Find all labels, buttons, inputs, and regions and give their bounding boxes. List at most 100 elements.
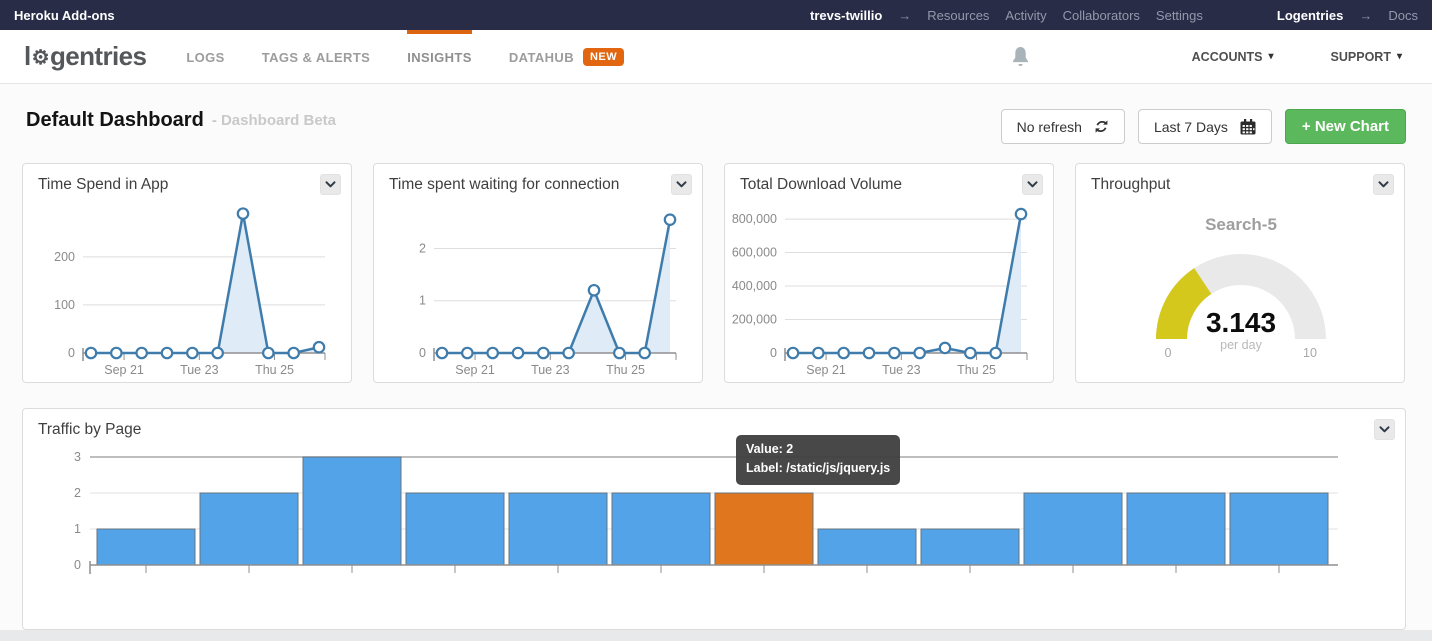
header-actions: No refresh Last 7 Days	[1001, 109, 1406, 144]
svg-text:0: 0	[770, 346, 777, 360]
accounts-label: ACCOUNTS	[1192, 50, 1263, 64]
svg-text:200,000: 200,000	[732, 313, 777, 327]
nav-item-insights[interactable]: INSIGHTS	[407, 30, 472, 84]
nav-item-logs[interactable]: LOGS	[186, 30, 224, 84]
gear-icon: ⚙	[32, 45, 49, 70]
svg-text:Tue 23: Tue 23	[882, 363, 921, 377]
app-window: Heroku Add-ons trevs-twillio → Resources…	[0, 0, 1432, 630]
svg-text:0: 0	[1165, 346, 1172, 360]
tooltip-value: Value: 2	[746, 440, 890, 459]
heroku-link-activity[interactable]: Activity	[1005, 8, 1046, 23]
page-title: Default Dashboard	[26, 109, 204, 132]
svg-text:Thu 25: Thu 25	[255, 363, 294, 377]
navbar-right: ACCOUNTS ▾ SUPPORT ▾	[1011, 46, 1402, 68]
heroku-brand-logentries: Logentries	[1277, 8, 1343, 23]
support-label: SUPPORT	[1331, 50, 1391, 64]
notifications-button[interactable]	[1011, 46, 1030, 68]
chart-title: Total Download Volume	[725, 164, 1053, 198]
nav-item-datahub[interactable]: DATAHUB NEW	[509, 30, 624, 84]
logo-text-post: gentries	[50, 41, 146, 72]
chart-options-button[interactable]	[1374, 419, 1395, 440]
chart-options-button[interactable]	[1373, 174, 1394, 195]
heroku-link-resources[interactable]: Resources	[927, 8, 989, 23]
svg-text:0: 0	[68, 346, 75, 360]
heroku-topbar: Heroku Add-ons trevs-twillio → Resources…	[0, 0, 1432, 30]
svg-text:3: 3	[74, 450, 81, 464]
svg-text:1: 1	[74, 522, 81, 536]
svg-text:1: 1	[419, 294, 426, 308]
page-subtitle: - Dashboard Beta	[212, 112, 336, 129]
svg-text:Thu 25: Thu 25	[957, 363, 996, 377]
chevron-down-icon	[1379, 426, 1390, 433]
refresh-icon	[1094, 119, 1109, 134]
charts-row: Time Spend in App Sep 21Tue 23Thu 250100…	[0, 144, 1432, 383]
accounts-menu[interactable]: ACCOUNTS ▾	[1192, 50, 1274, 64]
svg-text:Thu 25: Thu 25	[606, 363, 645, 377]
svg-text:Sep 21: Sep 21	[806, 363, 846, 377]
new-chart-label: + New Chart	[1302, 118, 1389, 135]
chart-tooltip: Value: 2 Label: /static/js/jquery.js	[736, 435, 900, 485]
svg-text:Tue 23: Tue 23	[531, 363, 570, 377]
nav-item-label: DATAHUB	[509, 50, 574, 65]
caret-down-icon: ▾	[1397, 51, 1402, 62]
svg-text:600,000: 600,000	[732, 246, 777, 260]
svg-text:10: 10	[1303, 346, 1317, 360]
nav-items: LOGS TAGS & ALERTS INSIGHTS DATAHUB NEW	[186, 30, 661, 84]
refresh-interval-button[interactable]: No refresh	[1001, 109, 1125, 144]
svg-text:400,000: 400,000	[732, 279, 777, 293]
chevron-down-icon	[325, 181, 336, 188]
heroku-link-settings[interactable]: Settings	[1156, 8, 1203, 23]
chart-title: Throughput	[1076, 164, 1404, 198]
chart-options-button[interactable]	[320, 174, 341, 195]
new-badge: NEW	[583, 48, 624, 66]
heroku-link-docs[interactable]: Docs	[1388, 8, 1418, 23]
page-header: Default Dashboard - Dashboard Beta No re…	[0, 84, 1432, 144]
chevron-down-icon	[676, 181, 687, 188]
svg-text:0: 0	[74, 558, 81, 572]
caret-down-icon: ▾	[1269, 51, 1274, 62]
nav-item-tags-alerts[interactable]: TAGS & ALERTS	[262, 30, 370, 84]
heroku-app-name[interactable]: trevs-twillio	[810, 8, 882, 23]
nav-item-label: INSIGHTS	[407, 50, 472, 65]
chart-card-traffic: Traffic by Page 0123 Value: 2 Label: /st…	[22, 408, 1406, 630]
heroku-product-label: Heroku Add-ons	[14, 8, 115, 23]
svg-text:2: 2	[419, 241, 426, 255]
gauge-chart-throughput[interactable]: Search-5 3.143per day 0 10	[1076, 200, 1406, 389]
svg-text:Sep 21: Sep 21	[104, 363, 144, 377]
chart-title: Time spent waiting for connection	[374, 164, 702, 198]
bell-icon	[1011, 46, 1030, 68]
chart-options-button[interactable]	[1022, 174, 1043, 195]
logentries-logo[interactable]: l⚙gentries	[24, 41, 146, 72]
chart-card-throughput: Throughput Search-5 3.143per day 0 10	[1075, 163, 1405, 383]
nav-item-label: TAGS & ALERTS	[262, 50, 370, 65]
tooltip-label: Label: /static/js/jquery.js	[746, 459, 890, 478]
chevron-down-icon	[1378, 181, 1389, 188]
arrow-right-icon: →	[1359, 8, 1372, 23]
svg-text:Search-5: Search-5	[1205, 215, 1277, 234]
chart-options-button[interactable]	[671, 174, 692, 195]
date-range-button[interactable]: Last 7 Days	[1138, 109, 1272, 144]
logo-text-pre: l	[24, 41, 31, 72]
new-chart-button[interactable]: + New Chart	[1285, 109, 1406, 144]
support-menu[interactable]: SUPPORT ▾	[1331, 50, 1402, 64]
svg-text:Tue 23: Tue 23	[180, 363, 219, 377]
chart-title: Traffic by Page	[23, 409, 1405, 443]
chevron-down-icon	[1027, 181, 1038, 188]
heroku-topbar-right: trevs-twillio → Resources Activity Colla…	[810, 8, 1418, 23]
nav-item-label: LOGS	[186, 50, 224, 65]
svg-text:800,000: 800,000	[732, 212, 777, 226]
main-navbar: l⚙gentries LOGS TAGS & ALERTS INSIGHTS D…	[0, 30, 1432, 84]
line-chart-wait-time[interactable]: Sep 21Tue 23Thu 25012	[374, 200, 704, 389]
refresh-interval-label: No refresh	[1017, 119, 1082, 135]
svg-text:0: 0	[419, 346, 426, 360]
heroku-link-collaborators[interactable]: Collaborators	[1063, 8, 1140, 23]
bar-chart-traffic[interactable]: 0123	[23, 443, 1407, 620]
line-chart-time-spend[interactable]: Sep 21Tue 23Thu 250100200	[23, 200, 353, 389]
svg-text:per day: per day	[1220, 338, 1262, 352]
svg-text:3.143: 3.143	[1206, 307, 1276, 338]
date-range-label: Last 7 Days	[1154, 119, 1228, 135]
chart-title: Time Spend in App	[23, 164, 351, 198]
calendar-icon	[1240, 119, 1256, 135]
arrow-right-icon: →	[898, 8, 911, 23]
line-chart-download-volume[interactable]: Sep 21 Tue 23 Thu 25 0 200,000 400,000 600,000…	[725, 200, 1055, 389]
